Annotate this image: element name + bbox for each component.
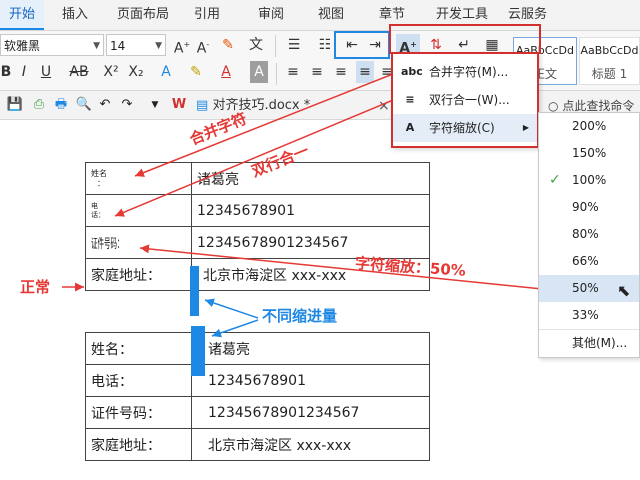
- scale-option-label: 100%: [572, 173, 607, 187]
- scale-option-label: 其他(M)...: [572, 336, 628, 350]
- scale-option[interactable]: 80%: [539, 221, 639, 248]
- highlight-box: [389, 24, 541, 54]
- menu-item-merge-chars[interactable]: abc 合并字符(M)...: [393, 58, 537, 86]
- scale-option[interactable]: 66%: [539, 248, 639, 275]
- scale-option[interactable]: 150%: [539, 140, 639, 167]
- scale-option-label: 80%: [572, 227, 599, 241]
- chevron-right-icon: ▶: [522, 123, 529, 132]
- scale-option-label: 50%: [572, 281, 599, 295]
- mouse-cursor-icon: ⬉: [617, 281, 631, 300]
- menu-item-char-scale[interactable]: A 字符缩放(C) ▶: [393, 114, 537, 142]
- menu-item-label: 合并字符(M)...: [429, 65, 509, 79]
- chinese-layout-menu: abc 合并字符(M)... ≡ 双行合一(W)... A 字符缩放(C) ▶: [391, 52, 539, 148]
- scale-option[interactable]: 50% ⬉: [539, 275, 639, 302]
- scale-option[interactable]: 200%: [539, 113, 639, 140]
- arrow: [114, 97, 399, 217]
- menu-item-two-lines[interactable]: ≡ 双行合一(W)...: [393, 86, 537, 114]
- arrow: [139, 244, 553, 291]
- scale-option-label: 200%: [572, 119, 607, 133]
- scale-option-label: 33%: [572, 308, 599, 322]
- scale-option-label: 90%: [572, 200, 599, 214]
- scale-option-other[interactable]: 其他(M)...: [539, 329, 639, 357]
- scale-option[interactable]: 33%: [539, 302, 639, 329]
- scale-option-label: 150%: [572, 146, 607, 160]
- char-scale-icon: A: [405, 121, 415, 134]
- scale-option-label: 66%: [572, 254, 599, 268]
- scale-option[interactable]: 90%: [539, 194, 639, 221]
- scale-option[interactable]: ✓ 100%: [539, 167, 639, 194]
- arrow: [211, 319, 259, 338]
- annotation-indent: 不同缩进量: [262, 307, 338, 325]
- merge-chars-icon: abc: [401, 65, 423, 78]
- menu-item-label: 双行合一(W)...: [429, 93, 510, 107]
- char-scale-submenu: 200% 150% ✓ 100% 90% 80% 66% 50% ⬉ 33% 其…: [538, 112, 640, 358]
- checkmark-icon: ✓: [549, 172, 561, 188]
- menu-item-label: 字符缩放(C): [429, 121, 495, 135]
- arrow: [204, 298, 259, 319]
- annotation-normal: 正常: [20, 278, 51, 296]
- two-lines-icon: ≡: [405, 93, 415, 106]
